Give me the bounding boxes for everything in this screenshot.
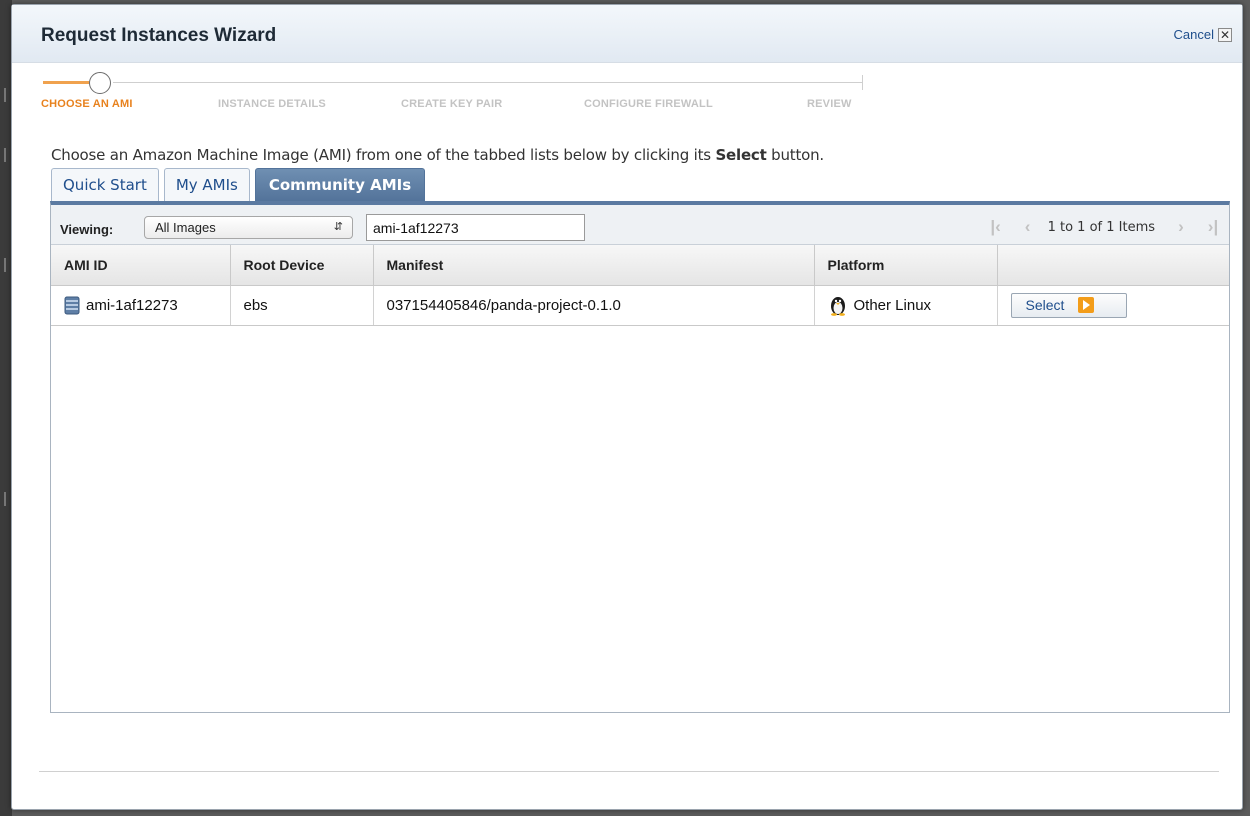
- instructions-end: button.: [766, 146, 825, 164]
- tab-my-amis[interactable]: My AMIs: [163, 168, 250, 201]
- stepper-remaining-track: [113, 82, 863, 83]
- first-page-icon[interactable]: |‹: [980, 217, 1012, 237]
- select-arrows-icon: ⇵: [333, 221, 343, 233]
- ami-id-cell: ami-1af12273: [51, 285, 231, 326]
- wizard-stepper: CHOOSE AN AMI INSTANCE DETAILS CREATE KE…: [41, 71, 871, 121]
- ami-disk-icon: [64, 296, 80, 315]
- close-icon[interactable]: ✕: [1218, 27, 1232, 42]
- list-toolbar: Viewing: All Images ⇵ |‹ ‹ 1 to 1 of 1 I…: [51, 205, 1229, 245]
- step-review: REVIEW: [807, 98, 852, 110]
- request-instances-dialog: Request Instances Wizard Cancel ✕ CHOOSE…: [11, 4, 1243, 810]
- platform-cell: Other Linux: [814, 285, 998, 326]
- dialog-titlebar: Request Instances Wizard Cancel ✕: [12, 5, 1242, 63]
- footer-divider: [39, 771, 1219, 772]
- column-header-manifest[interactable]: Manifest: [373, 245, 815, 286]
- action-cell: Select: [997, 285, 1229, 326]
- stepper-progress-track: [43, 81, 89, 84]
- pagination: |‹ ‹ 1 to 1 of 1 Items › ›|: [980, 215, 1229, 239]
- viewing-select-value: All Images: [155, 220, 216, 235]
- search-input[interactable]: [366, 214, 585, 241]
- last-page-icon[interactable]: ›|: [1197, 217, 1229, 237]
- ami-id-value: ami-1af12273: [86, 296, 178, 314]
- step-create-key-pair: CREATE KEY PAIR: [401, 98, 503, 110]
- stepper-end-marker: [862, 75, 863, 90]
- viewing-label: Viewing:: [60, 222, 114, 237]
- manifest-cell: 037154405846/panda-project-0.1.0: [373, 285, 815, 326]
- column-header-root-device[interactable]: Root Device: [230, 245, 374, 286]
- next-page-icon[interactable]: ›: [1165, 217, 1197, 237]
- step-instance-details: INSTANCE DETAILS: [218, 98, 326, 110]
- tab-quick-start[interactable]: Quick Start: [51, 168, 159, 201]
- pagination-status: 1 to 1 of 1 Items: [1047, 219, 1155, 235]
- current-step-marker: [89, 72, 111, 94]
- step-configure-firewall: CONFIGURE FIREWALL: [584, 98, 713, 110]
- instructions-text: Choose an Amazon Machine Image (AMI) fro…: [51, 146, 824, 164]
- instructions-select-word: Select: [715, 146, 767, 164]
- ami-table: AMI ID Root Device Manifest Platform ami…: [51, 245, 1229, 326]
- tab-community-amis[interactable]: Community AMIs: [254, 168, 426, 201]
- previous-page-icon[interactable]: ‹: [1012, 217, 1044, 237]
- dialog-title: Request Instances Wizard: [41, 25, 277, 46]
- table-header-row: AMI ID Root Device Manifest Platform: [51, 245, 1229, 286]
- step-choose-ami: CHOOSE AN AMI: [41, 98, 133, 110]
- root-device-cell: ebs: [230, 285, 374, 326]
- platform-value: Other Linux: [853, 296, 932, 314]
- table-row[interactable]: ami-1af12273 ebs 037154405846/panda-proj…: [51, 285, 1229, 326]
- instructions-start: Choose an Amazon Machine Image (AMI) fro…: [51, 146, 716, 164]
- ami-tabs: Quick Start My AMIs Community AMIs: [51, 168, 426, 202]
- column-header-action: [997, 245, 1229, 286]
- ami-list-panel: Viewing: All Images ⇵ |‹ ‹ 1 to 1 of 1 I…: [50, 201, 1230, 713]
- select-ami-button[interactable]: Select: [1010, 292, 1127, 318]
- play-arrow-icon[interactable]: [1078, 297, 1095, 313]
- linux-penguin-icon: [830, 297, 845, 316]
- select-button-label[interactable]: Select: [1026, 297, 1065, 313]
- viewing-select[interactable]: All Images ⇵: [144, 216, 353, 239]
- cancel-label[interactable]: Cancel: [1174, 27, 1214, 42]
- column-header-ami-id[interactable]: AMI ID: [51, 245, 231, 286]
- column-header-platform[interactable]: Platform: [814, 245, 998, 286]
- cancel-button[interactable]: Cancel ✕: [1174, 27, 1232, 42]
